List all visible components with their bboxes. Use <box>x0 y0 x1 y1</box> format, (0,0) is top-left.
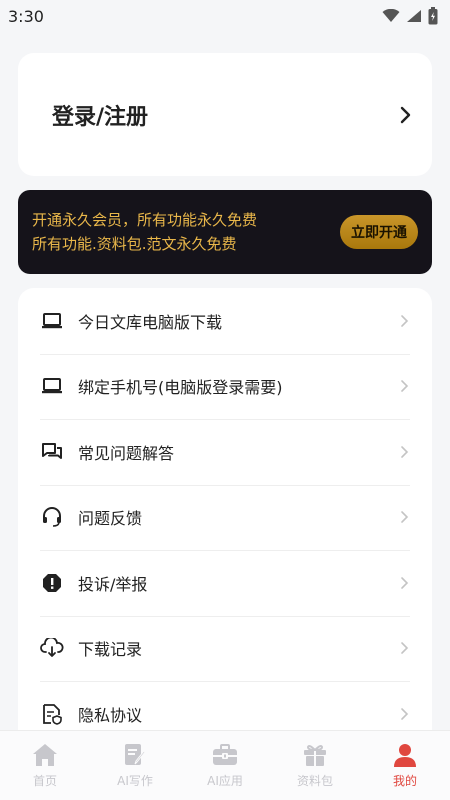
tab-label: 首页 <box>32 773 57 788</box>
menu-item-label: 问题反馈 <box>78 509 143 529</box>
chevron-right-icon <box>401 576 409 589</box>
status-bar: 3:30 <box>0 0 450 32</box>
menu-item-pc-download[interactable]: 今日文库电脑版下载 <box>18 288 432 354</box>
bottom-tab-bar: 首页 AI写作 AI应用 资料包 我的 <box>0 730 450 800</box>
tab-home[interactable]: 首页 <box>0 743 90 789</box>
laptop-icon <box>40 374 64 398</box>
home-icon <box>33 743 57 766</box>
tab-label: 我的 <box>392 773 417 788</box>
tab-mine[interactable]: 我的 <box>360 743 450 789</box>
chevron-right-icon <box>401 380 409 393</box>
cloud-download-icon <box>40 636 64 660</box>
status-icons <box>382 7 438 25</box>
chevron-right-icon <box>401 314 409 327</box>
chevron-right-icon <box>401 707 409 720</box>
tab-label: 资料包 <box>296 773 333 788</box>
alert-icon <box>40 571 64 595</box>
headset-icon <box>40 505 64 529</box>
chevron-right-icon <box>401 642 409 655</box>
menu-item-label: 投诉/举报 <box>78 574 148 594</box>
vip-banner[interactable]: 开通永久会员，所有功能永久免费 所有功能.资料包.范文永久免费 立即开通 <box>18 190 432 274</box>
briefcase-icon <box>213 743 237 765</box>
write-icon <box>125 743 146 765</box>
tab-label: AI应用 <box>207 773 243 788</box>
document-icon <box>40 702 64 726</box>
gift-icon <box>304 744 326 766</box>
tab-materials[interactable]: 资料包 <box>270 743 360 789</box>
menu-item-label: 下载记录 <box>78 640 143 660</box>
menu-item-label: 常见问题解答 <box>78 443 175 463</box>
vip-open-button[interactable]: 立即开通 <box>340 215 418 249</box>
menu-item-faq[interactable]: 常见问题解答 <box>18 419 432 485</box>
tab-ai-apps[interactable]: AI应用 <box>180 743 270 789</box>
status-time: 3:30 <box>8 6 44 26</box>
tab-ai-writing[interactable]: AI写作 <box>90 743 180 789</box>
login-card[interactable]: 登录/注册 <box>18 53 432 176</box>
menu-item-download-history[interactable]: 下载记录 <box>18 615 432 682</box>
tab-label: AI写作 <box>117 773 153 788</box>
menu-item-bind-phone[interactable]: 绑定手机号(电脑版登录需要) <box>18 353 432 420</box>
vip-text: 开通永久会员，所有功能永久免费 所有功能.资料包.范文永久免费 <box>32 208 257 256</box>
signal-icon <box>407 10 421 22</box>
menu-item-feedback[interactable]: 问题反馈 <box>18 484 432 551</box>
vip-line2: 所有功能.资料包.范文永久免费 <box>32 235 237 253</box>
menu-list: 今日文库电脑版下载 绑定手机号(电脑版登录需要) 常见问题解答 问题反馈 投诉/… <box>18 288 432 748</box>
menu-item-label: 绑定手机号(电脑版登录需要) <box>78 378 283 398</box>
wifi-icon <box>382 9 400 22</box>
chevron-right-icon <box>400 106 411 123</box>
chevron-right-icon <box>401 511 409 524</box>
menu-item-label: 隐私协议 <box>78 705 143 725</box>
menu-item-report[interactable]: 投诉/举报 <box>18 550 432 616</box>
menu-item-label: 今日文库电脑版下载 <box>78 312 223 332</box>
laptop-icon <box>40 309 64 333</box>
login-title: 登录/注册 <box>52 104 149 130</box>
user-icon <box>394 743 416 767</box>
battery-icon <box>428 7 438 25</box>
vip-line1: 开通永久会员，所有功能永久免费 <box>32 211 258 229</box>
chevron-right-icon <box>401 445 409 458</box>
chat-icon <box>40 440 64 464</box>
